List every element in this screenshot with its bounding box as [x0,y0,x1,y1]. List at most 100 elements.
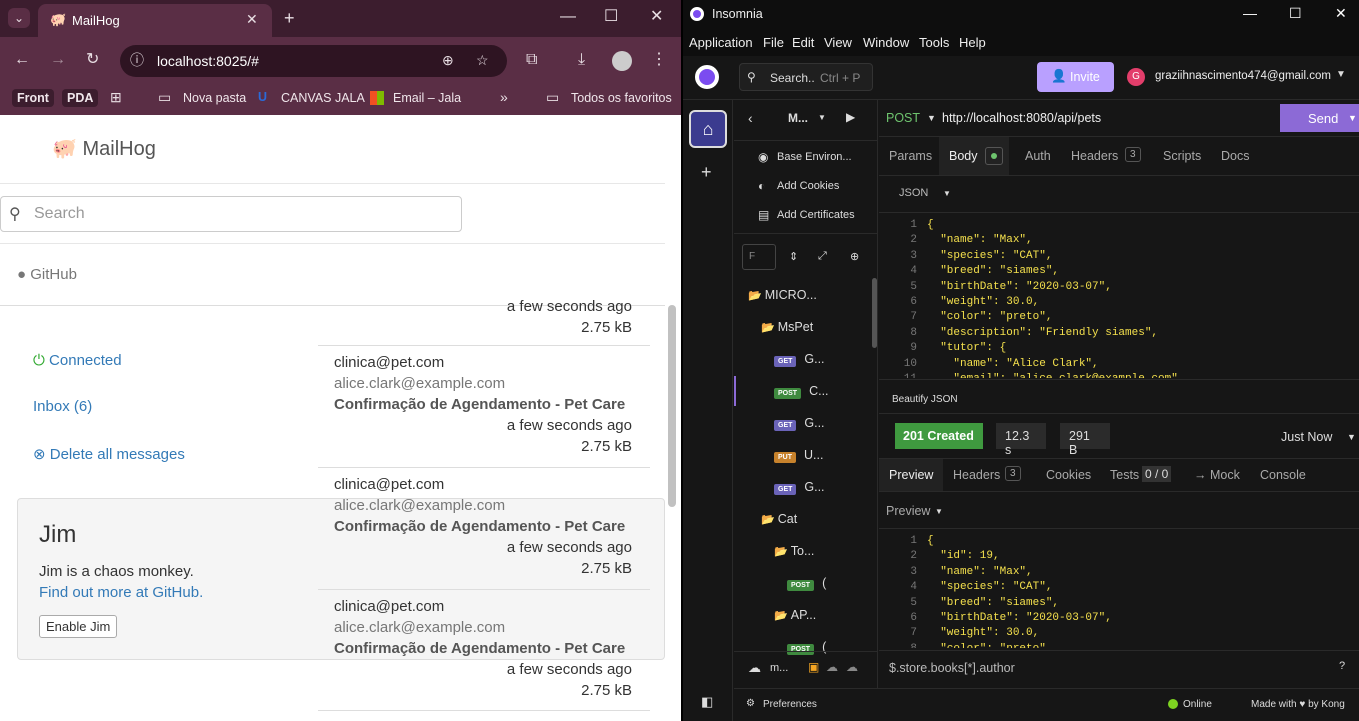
invite-button[interactable]: 👤 Invite [1037,62,1114,92]
chevron-down-icon[interactable]: ▼ [1348,113,1357,123]
folder-item[interactable]: 📂 MsPet [761,320,813,334]
send-button[interactable]: Send ▼ [1280,104,1359,132]
bookmark-star-icon[interactable]: ☆ [476,53,489,67]
chevron-down-icon[interactable]: ▼ [935,507,943,516]
request-item[interactable]: GET G... [774,352,825,367]
method-select[interactable]: POST [886,111,920,125]
beautify-json-button[interactable]: Beautify JSON [892,394,958,405]
address-bar[interactable]: ⓘ localhost:8025/# ⊕ ☆ [120,45,507,77]
folder-item[interactable]: 📂 To... [774,544,814,558]
add-project-icon[interactable]: + [701,162,712,183]
menu-window[interactable]: Window [863,35,909,50]
menu-file[interactable]: File [763,35,784,50]
chevron-down-icon[interactable]: ▼ [1336,69,1346,80]
apps-grid-icon[interactable]: ⊞ [110,90,122,104]
folder-item[interactable]: 📂 Cat [761,512,797,526]
request-item[interactable]: PUT U... [774,448,823,463]
extensions-icon[interactable]: ⧉ [526,52,537,68]
cloud-download-icon[interactable]: ☁ [846,660,858,674]
menu-view[interactable]: View [824,35,852,50]
help-icon[interactable]: ? [1339,660,1345,672]
more-bookmarks-icon[interactable]: » [500,90,508,104]
bookmark-pda[interactable]: PDA [62,89,99,107]
zoom-icon[interactable]: ⊕ [442,53,454,67]
tab-auth[interactable]: Auth [1025,149,1051,163]
chevron-down-icon[interactable]: ▼ [927,113,936,123]
delete-all-button[interactable]: ⊗ Delete all messages [33,445,185,463]
maximize-icon[interactable]: ☐ [1289,5,1302,22]
tab-mock[interactable]: → Mock [1194,468,1240,482]
menu-tools[interactable]: Tools [919,35,949,50]
message-item[interactable]: clinica@pet.com alice.clark@example.com Co… [318,467,650,577]
body-type-select[interactable]: JSON [899,187,928,199]
tab-params[interactable]: Params [889,149,932,163]
sort-icon[interactable]: ⇕ [789,250,798,263]
tab-tests[interactable]: Tests [1110,468,1139,482]
github-link[interactable]: ● GitHub [17,266,77,283]
menu-application[interactable]: Application [689,35,753,50]
add-certificates[interactable]: Add Certificates [777,209,855,221]
global-search[interactable]: ⚲ Search.. Ctrl + P [739,63,873,91]
project-name[interactable]: M... [788,111,808,125]
site-info-icon[interactable]: ⓘ [130,53,144,67]
user-avatar[interactable]: G [1127,68,1145,86]
close-window-icon[interactable]: ✕ [650,9,663,25]
jim-github-link[interactable]: Find out more at GitHub. [39,584,203,601]
enable-jim-button[interactable]: Enable Jim [39,615,118,638]
back-icon[interactable]: ← [14,52,30,68]
chevron-down-icon[interactable]: ▼ [1347,432,1356,442]
profile-avatar[interactable] [612,51,632,71]
minimize-icon[interactable]: — [1243,5,1257,21]
preview-mode-select[interactable]: Preview [886,504,930,518]
download-icon[interactable]: ⤓ [578,52,585,68]
base-environment[interactable]: Base Environ... [777,151,852,163]
body-editor[interactable]: 1{2 "name": "Max", 3 "species": "CAT", 4 "… [895,218,1355,378]
request-item[interactable]: POST ( [787,576,826,591]
bookmark-all[interactable]: Todos os favoritos [571,91,672,105]
user-email[interactable]: graziihnascimento474@gmail.com [1155,70,1331,82]
message-item[interactable]: clinica@pet.com alice.clark@example.com Co… [318,589,650,699]
menu-icon[interactable]: ⋮ [651,52,667,68]
tab-headers[interactable]: Headers [1071,149,1118,163]
insomnia-home-logo-icon[interactable] [695,65,719,89]
close-window-icon[interactable]: ✕ [1335,5,1347,22]
response-filter-input[interactable]: $.store.books[*].author [889,661,1015,675]
workspace-name[interactable]: m... [770,662,788,674]
reload-icon[interactable]: ↻ [86,52,99,68]
run-icon[interactable]: ▶ [846,110,855,124]
tab-scripts[interactable]: Scripts [1163,149,1201,163]
home-icon[interactable]: ⌂ [689,110,727,148]
mailhog-logo[interactable]: 🐖 MailHog [52,136,156,161]
scrollbar-thumb[interactable] [668,305,676,507]
bookmark-nova-pasta[interactable]: Nova pasta [183,91,246,105]
tab-body[interactable]: Body [939,137,1009,175]
new-tab-icon[interactable]: + [284,9,295,27]
made-with-kong[interactable]: Made with ♥ by Kong [1251,699,1345,710]
tab-search-icon[interactable]: ⌄ [8,8,30,28]
toggle-sidebar-icon[interactable]: ◧ [701,694,713,710]
bookmark-email[interactable]: Email – Jala [393,91,461,105]
tab-cookies[interactable]: Cookies [1046,468,1091,482]
cloud-upload-icon[interactable]: ☁ [826,660,838,674]
bookmark-canvas[interactable]: CANVAS JALA [281,91,365,105]
tab-resp-headers[interactable]: Headers [953,468,1000,482]
minimize-icon[interactable]: — [560,9,576,25]
url-input[interactable]: http://localhost:8080/api/pets [942,111,1101,125]
bookmark-front[interactable]: Front [12,89,54,107]
tab-close-icon[interactable]: ✕ [246,12,258,26]
sidebar-scrollbar[interactable] [872,278,877,348]
filter-input[interactable]: F [742,244,776,270]
request-item[interactable]: POST C... [774,384,829,399]
response-viewer[interactable]: 1{2 "id": 19, 3 "name": "Max", 4 "species"… [895,534,1355,648]
folder-item[interactable]: 📂 MICRO... [748,288,817,302]
tab-mailhog[interactable]: 🐖 MailHog ✕ [38,4,272,37]
add-cookies[interactable]: Add Cookies [777,180,839,192]
forward-icon[interactable]: → [50,52,66,68]
add-item-icon[interactable]: ⊕ [850,250,859,263]
menu-help[interactable]: Help [959,35,986,50]
request-item[interactable]: GET G... [774,416,825,431]
back-icon[interactable]: ‹ [748,110,753,126]
maximize-icon[interactable]: ☐ [604,9,618,25]
tab-console[interactable]: Console [1260,468,1306,482]
expand-icon[interactable]: ⤢ [818,250,827,263]
